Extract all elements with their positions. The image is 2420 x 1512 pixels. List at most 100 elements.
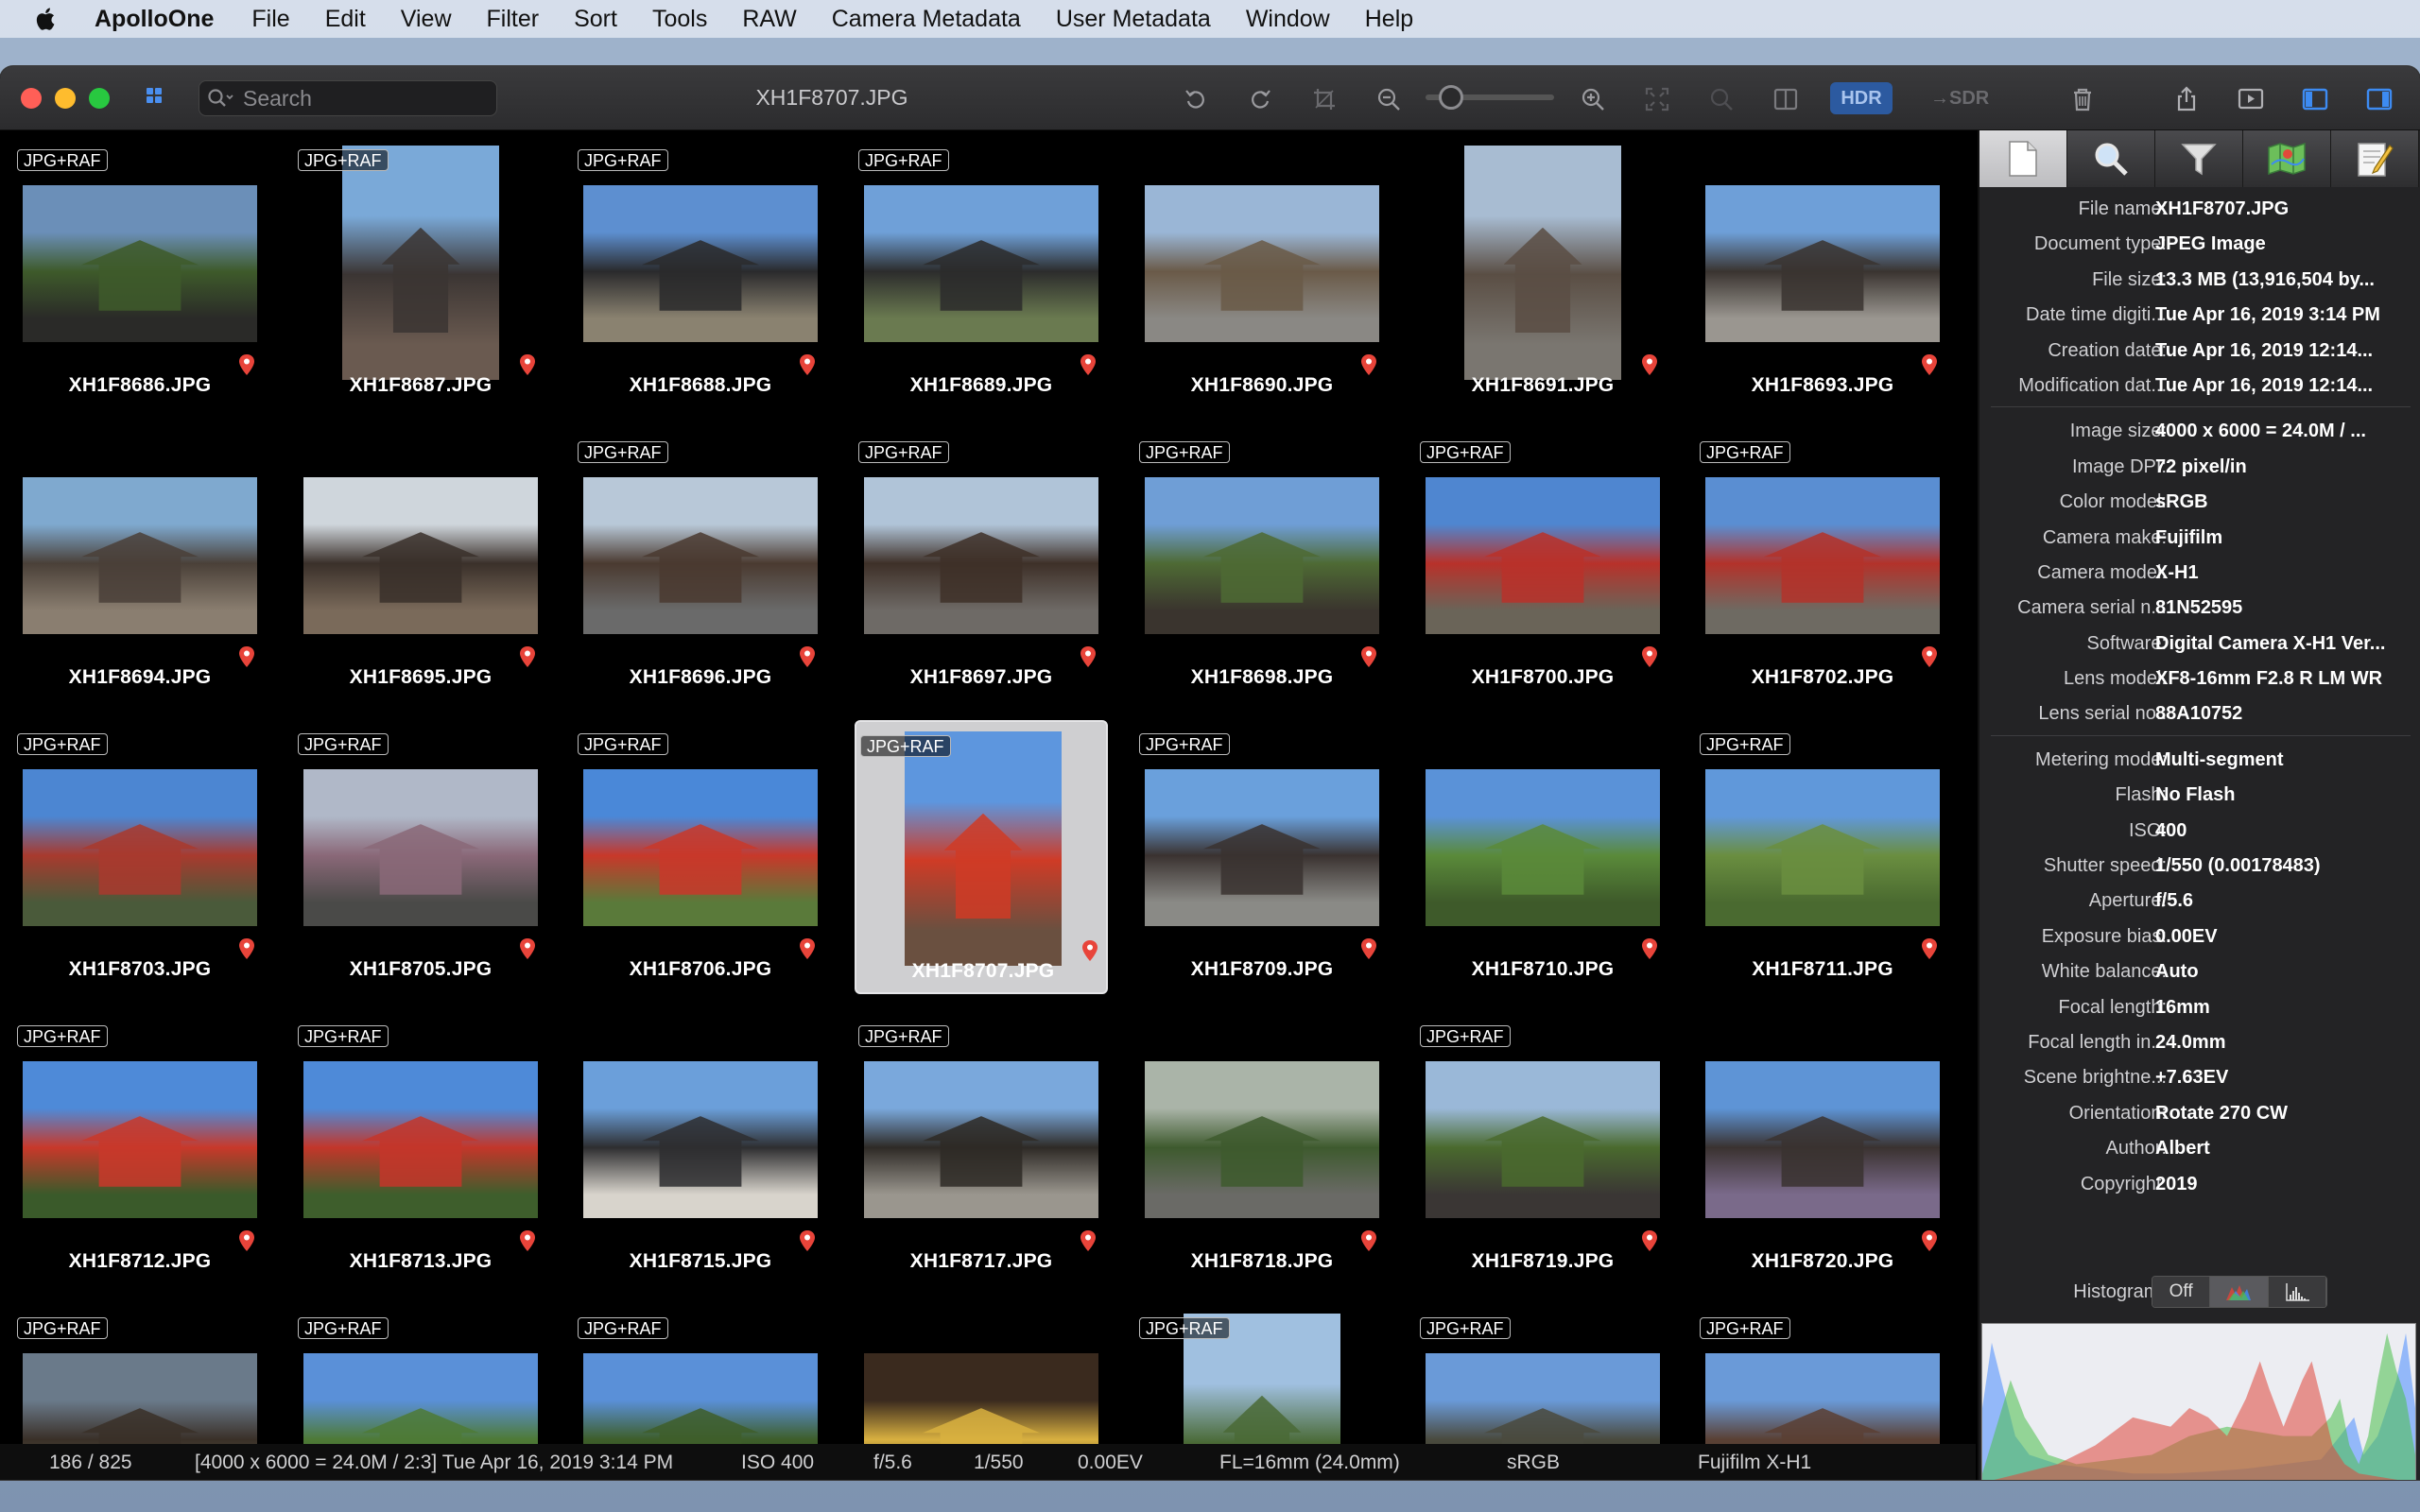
thumbnail-cell[interactable]: JPG+RAF xyxy=(1416,1304,1669,1444)
toggle-left-sidebar-icon[interactable] xyxy=(2299,83,2331,115)
metadata-value[interactable]: 13.3 MB (13,916,504 by... xyxy=(2155,269,2416,291)
photo-thumbnail[interactable] xyxy=(1145,185,1379,342)
menu-view[interactable]: View xyxy=(401,6,452,33)
tab-file-info[interactable] xyxy=(1979,130,2067,187)
search-field[interactable] xyxy=(199,80,497,116)
photo-thumbnail[interactable] xyxy=(1464,146,1621,380)
thumbnail-cell[interactable]: JPG+RAF XH1F8719.JPG xyxy=(1416,1012,1669,1286)
photo-thumbnail[interactable] xyxy=(1145,1061,1379,1218)
metadata-value[interactable]: 88A10752 xyxy=(2155,703,2416,725)
sdr-button[interactable]: →SDR xyxy=(1921,82,1991,114)
photo-thumbnail[interactable] xyxy=(583,1061,818,1218)
photo-thumbnail[interactable] xyxy=(1426,1061,1660,1218)
metadata-value[interactable]: f/5.6 xyxy=(2155,890,2416,912)
metadata-value[interactable]: XH1F8707.JPG xyxy=(2155,198,2416,220)
thumbnail-cell[interactable]: JPG+RAF XH1F8696.JPG xyxy=(574,428,827,702)
photo-thumbnail[interactable] xyxy=(864,1353,1098,1444)
photo-thumbnail[interactable] xyxy=(303,769,538,926)
hdr-button[interactable]: HDR xyxy=(1830,82,1893,114)
tab-filter[interactable] xyxy=(2155,130,2243,187)
toggle-right-sidebar-icon[interactable] xyxy=(2363,83,2395,115)
metadata-value[interactable]: Digital Camera X-H1 Ver... xyxy=(2155,633,2416,655)
zoom-window-button[interactable] xyxy=(89,88,110,109)
metadata-value[interactable]: Auto xyxy=(2155,961,2416,983)
thumbnail-cell[interactable]: XH1F8691.JPG xyxy=(1416,136,1669,410)
thumbnail-cell[interactable]: JPG+RAF XH1F8707.JPG xyxy=(855,720,1108,994)
histogram-luminance-option[interactable] xyxy=(2268,1277,2326,1307)
thumbnail-cell[interactable]: XH1F8693.JPG xyxy=(1696,136,1949,410)
histogram-rgb-option[interactable] xyxy=(2210,1277,2269,1307)
rotate-right-icon[interactable] xyxy=(1244,83,1276,115)
thumbnail-cell[interactable]: JPG+RAF XH1F8702.JPG xyxy=(1696,428,1949,702)
metadata-value[interactable]: Albert xyxy=(2155,1138,2416,1160)
share-icon[interactable] xyxy=(2170,83,2203,115)
thumbnail-grid[interactable]: JPG+RAF XH1F8686.JPG JPG+RAF XH1F8687.JPG JP… xyxy=(0,130,1976,1444)
photo-thumbnail[interactable] xyxy=(23,1353,257,1444)
menu-filter[interactable]: Filter xyxy=(487,6,540,33)
thumbnail-cell[interactable]: JPG+RAF XH1F8712.JPG xyxy=(13,1012,267,1286)
photo-thumbnail[interactable] xyxy=(303,477,538,634)
photo-thumbnail[interactable] xyxy=(1705,1061,1940,1218)
tab-edit[interactable] xyxy=(2331,130,2419,187)
tab-search[interactable] xyxy=(2067,130,2155,187)
menu-help[interactable]: Help xyxy=(1365,6,1413,33)
photo-thumbnail[interactable] xyxy=(583,769,818,926)
photo-thumbnail[interactable] xyxy=(23,769,257,926)
thumbnail-cell[interactable]: JPG+RAF XH1F8698.JPG xyxy=(1135,428,1389,702)
metadata-value[interactable]: JPEG Image xyxy=(2155,233,2416,255)
metadata-value[interactable]: Multi-segment xyxy=(2155,749,2416,771)
photo-thumbnail[interactable] xyxy=(1705,769,1940,926)
thumbnail-cell[interactable]: XH1F8694.JPG xyxy=(13,428,267,702)
actual-size-icon[interactable] xyxy=(1705,83,1737,115)
metadata-value[interactable]: 1/550 (0.00178483) xyxy=(2155,855,2416,877)
photo-thumbnail[interactable] xyxy=(1705,185,1940,342)
metadata-value[interactable]: sRGB xyxy=(2155,491,2416,513)
zoom-out-icon[interactable] xyxy=(1373,83,1405,115)
menu-tools[interactable]: Tools xyxy=(652,6,707,33)
thumbnail-cell[interactable] xyxy=(855,1304,1108,1444)
thumbnail-cell[interactable]: JPG+RAF XH1F8706.JPG xyxy=(574,720,827,994)
metadata-value[interactable]: 81N52595 xyxy=(2155,597,2416,619)
photo-thumbnail[interactable] xyxy=(303,1353,538,1444)
photo-thumbnail[interactable] xyxy=(23,1061,257,1218)
thumbnail-cell[interactable]: JPG+RAF XH1F8709.JPG xyxy=(1135,720,1389,994)
thumbnail-cell[interactable]: JPG+RAF xyxy=(1135,1304,1389,1444)
trash-icon[interactable] xyxy=(2066,83,2099,115)
apple-icon[interactable] xyxy=(32,5,60,33)
menu-file[interactable]: File xyxy=(251,6,289,33)
metadata-value[interactable]: +7.63EV xyxy=(2155,1067,2416,1089)
photo-thumbnail[interactable] xyxy=(1145,769,1379,926)
metadata-value[interactable]: Tue Apr 16, 2019 12:14... xyxy=(2155,340,2416,362)
zoom-in-icon[interactable] xyxy=(1577,83,1609,115)
thumbnail-cell[interactable]: XH1F8718.JPG xyxy=(1135,1012,1389,1286)
thumbnail-cell[interactable]: JPG+RAF XH1F8689.JPG xyxy=(855,136,1108,410)
thumbnail-cell[interactable]: JPG+RAF XH1F8711.JPG xyxy=(1696,720,1949,994)
thumbnail-cell[interactable]: JPG+RAF xyxy=(574,1304,827,1444)
photo-thumbnail[interactable] xyxy=(23,477,257,634)
rotate-left-icon[interactable] xyxy=(1180,83,1212,115)
photo-thumbnail[interactable] xyxy=(583,477,818,634)
metadata-value[interactable]: Rotate 270 CW xyxy=(2155,1103,2416,1125)
metadata-value[interactable]: Fujifilm xyxy=(2155,527,2416,549)
thumbnail-cell[interactable]: JPG+RAF XH1F8700.JPG xyxy=(1416,428,1669,702)
menu-raw[interactable]: RAW xyxy=(742,6,796,33)
grid-view-icon[interactable] xyxy=(142,83,174,115)
close-window-button[interactable] xyxy=(21,88,42,109)
photo-thumbnail[interactable] xyxy=(303,1061,538,1218)
thumbnail-cell[interactable]: JPG+RAF XH1F8717.JPG xyxy=(855,1012,1108,1286)
metadata-value[interactable]: 2019 xyxy=(2155,1174,2416,1195)
metadata-value[interactable]: 24.0mm xyxy=(2155,1032,2416,1054)
metadata-value[interactable]: No Flash xyxy=(2155,784,2416,806)
metadata-value[interactable]: X-H1 xyxy=(2155,562,2416,584)
thumbnail-cell[interactable]: JPG+RAF XH1F8703.JPG xyxy=(13,720,267,994)
thumbnail-cell[interactable]: XH1F8695.JPG xyxy=(294,428,547,702)
photo-thumbnail[interactable] xyxy=(1705,477,1940,634)
thumbnail-cell[interactable]: XH1F8710.JPG xyxy=(1416,720,1669,994)
thumbnail-cell[interactable]: JPG+RAF XH1F8697.JPG xyxy=(855,428,1108,702)
photo-thumbnail[interactable] xyxy=(864,185,1098,342)
metadata-value[interactable]: 16mm xyxy=(2155,997,2416,1019)
histogram-off-option[interactable]: Off xyxy=(2152,1277,2211,1307)
metadata-value[interactable]: 400 xyxy=(2155,820,2416,842)
photo-thumbnail[interactable] xyxy=(1145,477,1379,634)
thumbnail-cell[interactable]: XH1F8690.JPG xyxy=(1135,136,1389,410)
